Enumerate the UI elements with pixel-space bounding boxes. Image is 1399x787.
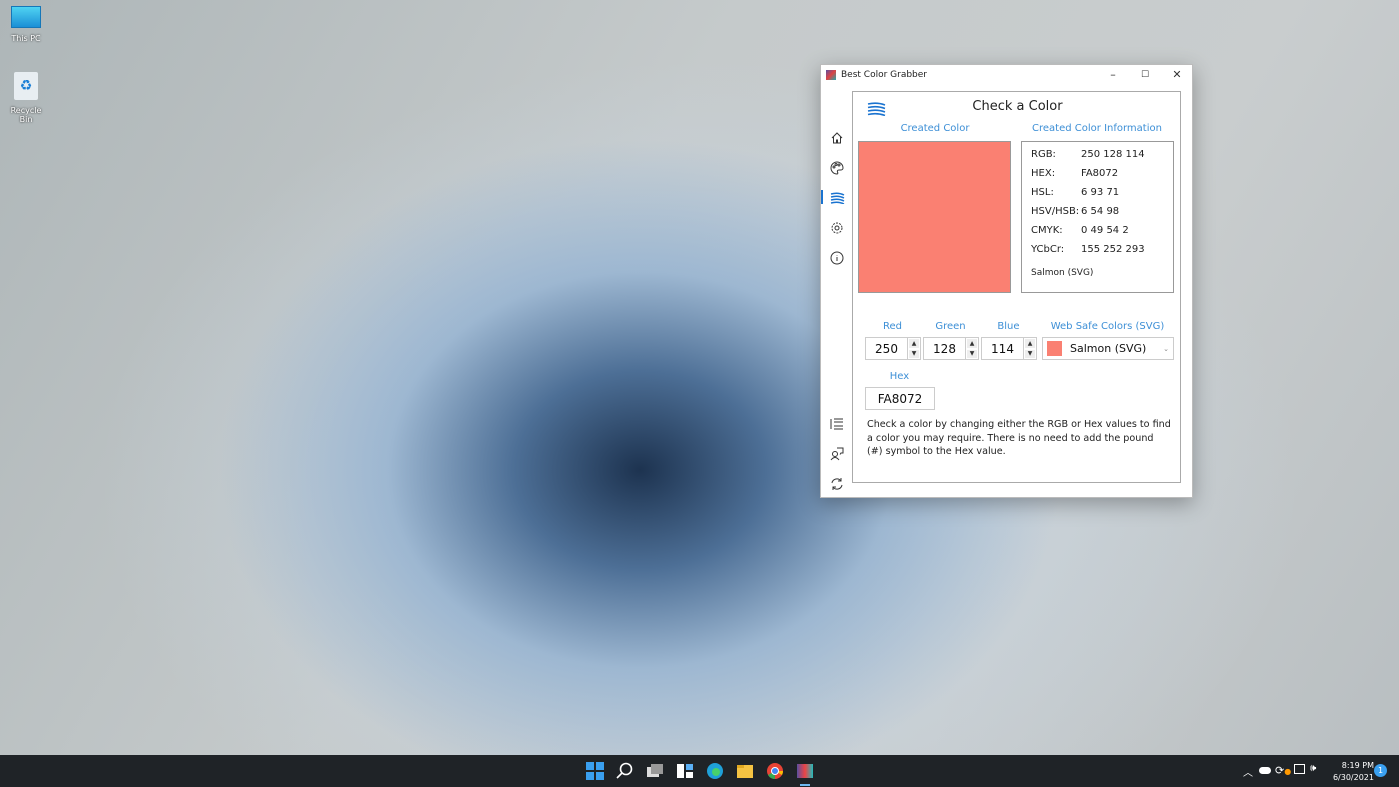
info-key: HEX: — [1031, 168, 1055, 179]
home-icon[interactable] — [828, 129, 846, 147]
info-value: 6 54 98 — [1081, 206, 1119, 217]
red-up-button[interactable]: ▲ — [909, 339, 919, 348]
active-indicator — [821, 190, 823, 204]
chrome-icon[interactable] — [766, 762, 784, 780]
clock[interactable]: 8:19 PM6/30/2021 — [1328, 760, 1374, 784]
desktop-icon-recycle-bin[interactable]: ♻ Recycle Bin — [4, 72, 48, 124]
green-label: Green — [923, 321, 978, 332]
created-color-label: Created Color — [859, 123, 1011, 134]
blue-label: Blue — [981, 321, 1036, 332]
websafe-swatch — [1047, 341, 1062, 356]
info-value: 250 128 114 — [1081, 149, 1145, 160]
created-color-swatch — [858, 141, 1011, 293]
websafe-label: Web Safe Colors (SVG) — [1042, 321, 1173, 332]
green-value[interactable]: 128 — [924, 342, 965, 356]
info-value: 6 93 71 — [1081, 187, 1119, 198]
red-value[interactable]: 250 — [866, 342, 907, 356]
info-value: 0 49 54 2 — [1081, 225, 1129, 236]
chevron-up-icon[interactable]: ︿ — [1243, 764, 1253, 779]
info-key: RGB: — [1031, 149, 1056, 160]
monitor-icon — [11, 6, 41, 28]
desktop-icon-this-pc[interactable]: This PC — [4, 6, 48, 43]
blue-up-button[interactable]: ▲ — [1025, 339, 1035, 348]
hex-value[interactable]: FA8072 — [866, 392, 934, 406]
window-title: Best Color Grabber — [841, 70, 927, 80]
green-down-button[interactable]: ▼ — [967, 350, 977, 359]
desktop-icon-label: Recycle Bin — [4, 106, 48, 124]
task-view-icon[interactable] — [646, 762, 664, 780]
color-info-box: RGB: 250 128 114 HEX: FA8072 HSL: 6 93 71HSV/… — [1021, 141, 1174, 293]
network-icon[interactable] — [1294, 764, 1305, 774]
widgets-icon[interactable] — [676, 762, 694, 780]
color-name: Salmon (SVG) — [1031, 268, 1093, 278]
time: 8:19 PM — [1328, 760, 1374, 772]
search-icon[interactable] — [616, 762, 634, 780]
info-key: HSL: — [1031, 187, 1054, 198]
list-icon[interactable] — [828, 415, 846, 433]
info-value: FA8072 — [1081, 168, 1118, 179]
volume-icon[interactable]: 🕪 — [1310, 763, 1316, 774]
title-bar: Best Color Grabber – ☐ ✕ — [821, 65, 1192, 85]
blue-stepper[interactable]: 114▲ ▼ — [981, 337, 1037, 360]
websafe-selected: Salmon (SVG) — [1070, 342, 1163, 355]
red-stepper[interactable]: 250▲ ▼ — [865, 337, 921, 360]
onedrive-icon[interactable] — [1259, 767, 1271, 774]
edge-icon[interactable] — [706, 762, 724, 780]
maximize-button[interactable]: ☐ — [1130, 65, 1160, 85]
check-color-icon[interactable] — [828, 189, 846, 207]
desktop-icon-label: This PC — [4, 34, 48, 43]
info-key: HSV/HSB: — [1031, 206, 1079, 217]
info-key: CMYK: — [1031, 225, 1063, 236]
palette-icon[interactable] — [828, 159, 846, 177]
color-grabber-taskbar-icon[interactable] — [796, 762, 814, 780]
blue-value[interactable]: 114 — [982, 342, 1023, 356]
color-info-label: Created Color Information — [1021, 123, 1173, 134]
notification-badge[interactable]: 1 — [1374, 764, 1387, 777]
chevron-down-icon: ⌄ — [1163, 345, 1169, 353]
settings-icon[interactable] — [828, 219, 846, 237]
app-window: Best Color Grabber – ☐ ✕ Check a Color C… — [820, 64, 1193, 498]
websafe-dropdown[interactable]: Salmon (SVG) ⌄ — [1042, 337, 1174, 360]
refresh-icon[interactable] — [828, 475, 846, 493]
start-icon[interactable] — [586, 762, 604, 780]
hex-input[interactable]: FA8072 — [865, 387, 935, 410]
feedback-icon[interactable] — [828, 445, 846, 463]
app-icon — [826, 70, 836, 80]
check-color-panel: Check a Color Created Color Created Colo… — [852, 91, 1181, 483]
close-button[interactable]: ✕ — [1162, 65, 1192, 85]
minimize-button[interactable]: – — [1098, 65, 1128, 85]
green-stepper[interactable]: 128▲ ▼ — [923, 337, 979, 360]
info-icon[interactable] — [828, 249, 846, 267]
file-explorer-icon[interactable] — [736, 762, 754, 780]
hex-label: Hex — [865, 371, 934, 382]
green-up-button[interactable]: ▲ — [967, 339, 977, 348]
red-label: Red — [865, 321, 920, 332]
active-app-indicator — [800, 784, 810, 786]
blue-down-button[interactable]: ▼ — [1025, 350, 1035, 359]
info-key: YCbCr: — [1031, 244, 1064, 255]
description-text: Check a color by changing either the RGB… — [867, 418, 1172, 459]
recycle-bin-icon: ♻ — [14, 72, 38, 100]
page-title: Check a Color — [853, 99, 1182, 114]
sync-icon[interactable]: ⟳● — [1275, 764, 1291, 777]
info-value: 155 252 293 — [1081, 244, 1145, 255]
date: 6/30/2021 — [1328, 772, 1374, 784]
red-down-button[interactable]: ▼ — [909, 350, 919, 359]
taskbar: ︿ ⟳● 🕪 8:19 PM6/30/2021 1 — [0, 755, 1399, 787]
